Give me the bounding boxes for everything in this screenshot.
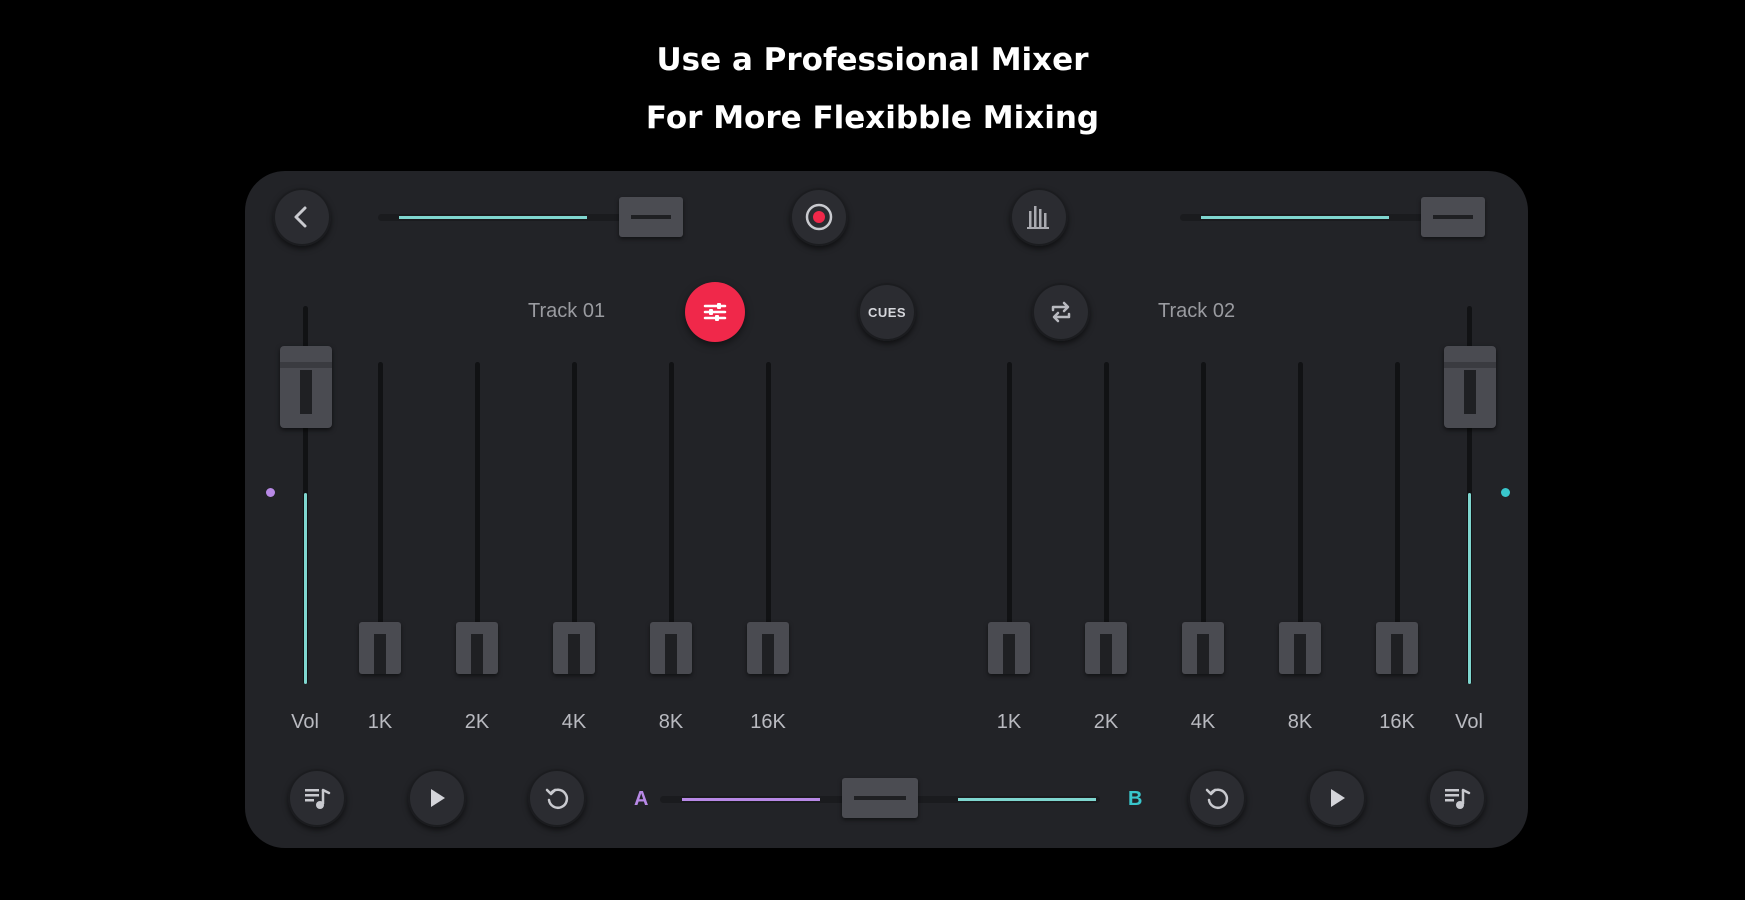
eq-a-groove-16k: [766, 362, 771, 650]
eq-a-label-16k: 16K: [750, 711, 786, 733]
eq-a-label-8k: 8K: [658, 711, 684, 733]
track-a-label: Track 01: [528, 300, 606, 322]
chevron-left-icon: [294, 206, 307, 228]
eq-b-thumb-4k[interactable]: [1182, 622, 1224, 674]
eq-b-label-16k: 16K: [1379, 711, 1415, 733]
pitch-slider-a-thumb[interactable]: [619, 197, 683, 237]
eq-b-label-1k: 1K: [996, 711, 1022, 733]
crossfader-a-track: [682, 798, 820, 801]
eq-b-groove-4k: [1201, 362, 1206, 650]
crossfader-thumb[interactable]: [842, 778, 918, 818]
music-library-b-button[interactable]: [1428, 769, 1486, 827]
repeat-icon: [1051, 301, 1071, 323]
headline-line-1: Use a Professional Mixer: [656, 42, 1089, 78]
eq-a-groove-8k: [669, 362, 674, 650]
volume-a-fill: [304, 493, 307, 684]
restart-icon: [545, 788, 569, 809]
crossfader-a-label: A: [634, 788, 649, 810]
levels-icon: [1027, 206, 1049, 229]
music-library-a-button[interactable]: [288, 769, 346, 827]
eq-a-groove-4k: [572, 362, 577, 650]
eq-b-thumb-2k[interactable]: [1085, 622, 1127, 674]
eq-a-groove-2k: [475, 362, 480, 650]
restart-icon: [1205, 788, 1229, 809]
pitch-slider-b-thumb[interactable]: [1421, 197, 1485, 237]
record-icon: [805, 203, 833, 231]
eq-a-groove-1k: [378, 362, 383, 650]
record-button[interactable]: [790, 188, 848, 246]
restart-b-button[interactable]: [1188, 769, 1246, 827]
sync-button[interactable]: [1032, 283, 1090, 341]
volume-b-fill: [1468, 493, 1471, 684]
eq-b-thumb-1k[interactable]: [988, 622, 1030, 674]
mixer-panel: [245, 171, 1528, 848]
volume-b-thumb[interactable]: [1444, 346, 1496, 428]
play-b-button[interactable]: [1308, 769, 1366, 827]
cues-label: CUES: [867, 304, 907, 320]
crossfader-b-label: B: [1128, 788, 1143, 810]
play-icon: [1331, 789, 1345, 807]
eq-b-thumb-8k[interactable]: [1279, 622, 1321, 674]
track-b-label: Track 02: [1158, 300, 1236, 322]
eq-a-thumb-8k[interactable]: [650, 622, 692, 674]
headline-line-2: For More Flexibble Mixing: [645, 100, 1100, 136]
volume-b-label: Vol: [1455, 711, 1483, 733]
pitch-slider-b-track[interactable]: [1201, 216, 1389, 219]
music-library-icon: [1445, 788, 1471, 809]
cues-button[interactable]: CUES: [858, 283, 916, 341]
music-library-icon: [305, 788, 331, 809]
deck-b-indicator-dot: [1501, 488, 1510, 497]
restart-a-button[interactable]: [528, 769, 586, 827]
volume-a-thumb[interactable]: [280, 346, 332, 428]
eq-b-groove-8k: [1298, 362, 1303, 650]
back-button[interactable]: [273, 188, 331, 246]
eq-a-thumb-4k[interactable]: [553, 622, 595, 674]
play-icon: [431, 789, 445, 807]
eq-b-groove-16k: [1395, 362, 1400, 650]
eq-b-groove-2k: [1104, 362, 1109, 650]
eq-a-label-2k: 2K: [464, 711, 490, 733]
eq-b-groove-1k: [1007, 362, 1012, 650]
eq-b-label-8k: 8K: [1287, 711, 1313, 733]
eq-a-label-4k: 4K: [561, 711, 587, 733]
eq-a-label-1k: 1K: [367, 711, 393, 733]
pitch-slider-a-track[interactable]: [399, 216, 587, 219]
volume-a-label: Vol: [291, 711, 319, 733]
eq-b-label-4k: 4K: [1190, 711, 1216, 733]
levels-button[interactable]: [1010, 188, 1068, 246]
eq-a-thumb-16k[interactable]: [747, 622, 789, 674]
eq-toggle-button[interactable]: [685, 282, 745, 342]
eq-b-thumb-16k[interactable]: [1376, 622, 1418, 674]
eq-b-label-2k: 2K: [1093, 711, 1119, 733]
eq-a-thumb-1k[interactable]: [359, 622, 401, 674]
sliders-icon: [703, 303, 727, 321]
crossfader-b-track: [958, 798, 1096, 801]
eq-a-thumb-2k[interactable]: [456, 622, 498, 674]
play-a-button[interactable]: [408, 769, 466, 827]
deck-a-indicator-dot: [266, 488, 275, 497]
